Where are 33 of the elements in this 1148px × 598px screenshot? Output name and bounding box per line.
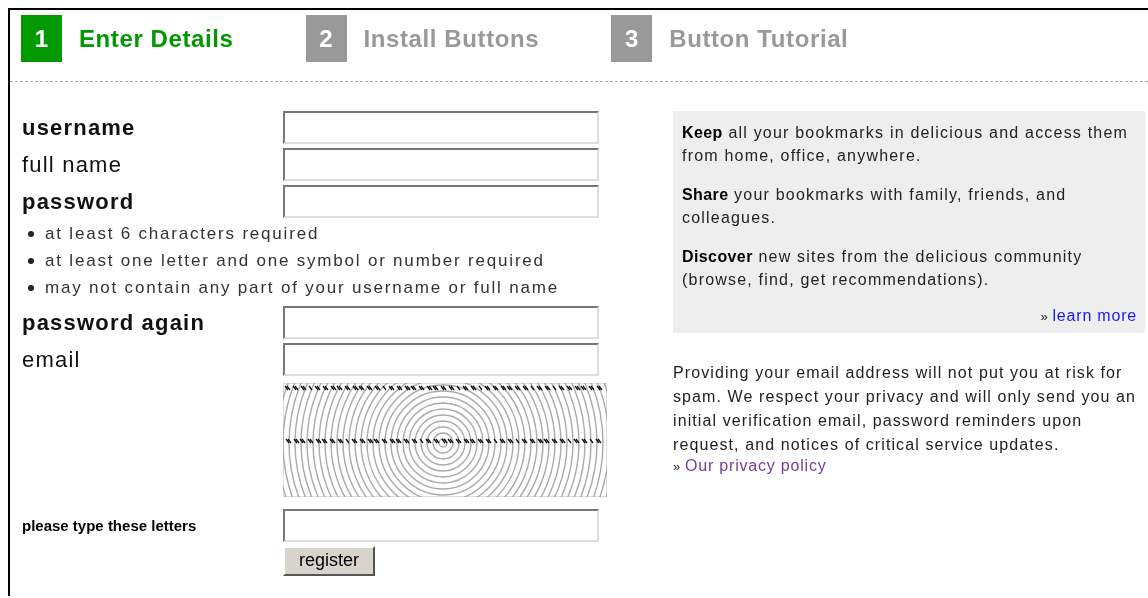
link-marker: » <box>673 459 682 474</box>
field-label: password again <box>22 309 207 336</box>
rule-text: at least 6 characters required <box>45 224 320 244</box>
bullet-icon <box>28 231 34 237</box>
rule-text: at least one letter and one symbol or number required <box>45 251 545 271</box>
input-field[interactable] <box>283 343 599 376</box>
bullet-icon <box>28 258 34 264</box>
rule-text: may not contain any part of your username or full name <box>45 278 559 298</box>
step-number[interactable]: 2 <box>305 15 347 62</box>
step-label[interactable]: Enter Details <box>79 24 234 53</box>
link-marker: » <box>1040 309 1049 324</box>
field-label: email <box>22 346 82 373</box>
field-label: username <box>22 114 137 141</box>
privacy-text: Providing your email address will not put you at risk for spam. We respect your privacy and will only send you an initial verification email, password reminders upon request, and notices of critical service updates. <box>673 363 1138 455</box>
bullet-icon <box>28 285 34 291</box>
input-field[interactable] <box>283 111 599 144</box>
input-field[interactable] <box>283 185 599 218</box>
input-field[interactable] <box>283 148 599 181</box>
info-text: Share your bookmarks with family, friends, and colleagues. <box>682 185 1068 228</box>
privacy-policy-link[interactable]: Our privacy policy <box>685 457 827 475</box>
info-text: Discover new sites from the delicious community (browse, find, get recommendations). <box>682 247 1084 290</box>
step-label[interactable]: Button Tutorial <box>669 24 849 53</box>
field-label: password <box>22 188 136 215</box>
step-number[interactable]: 3 <box>611 15 653 62</box>
register-button[interactable]: register <box>283 546 376 576</box>
step-number[interactable]: 1 <box>21 15 62 62</box>
learn-more-link[interactable]: learn more <box>1052 307 1137 325</box>
info-text: Keep all your bookmarks in delicious and access them from home, office, anywhere. <box>682 123 1130 166</box>
step-label[interactable]: Install Buttons <box>363 24 540 53</box>
input-field[interactable] <box>283 509 599 542</box>
input-field[interactable] <box>283 306 599 339</box>
field-label: please type these letters <box>22 517 198 534</box>
field-label: full name <box>22 151 124 178</box>
